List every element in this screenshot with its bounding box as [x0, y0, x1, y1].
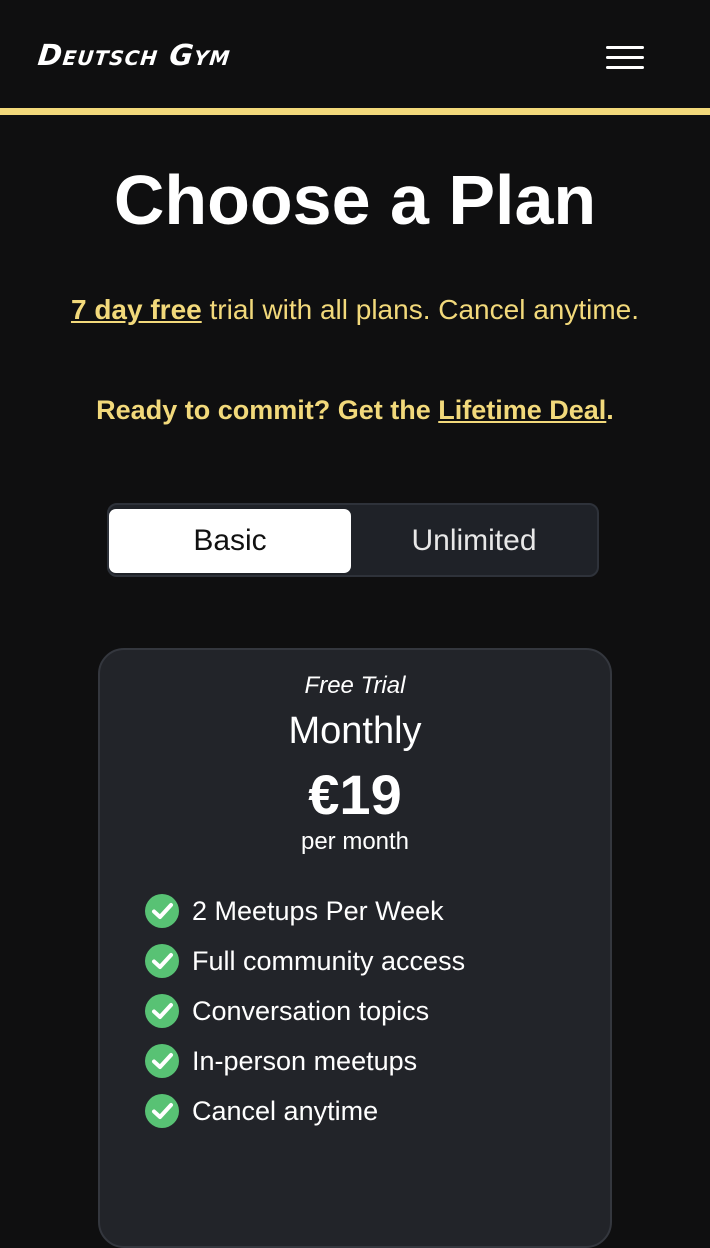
trial-info-text: trial with all plans. Cancel anytime.	[201, 294, 640, 325]
feature-label: Full community access	[192, 945, 466, 976]
feature-item: 2 Meetups Per Week	[145, 886, 605, 936]
feature-label: Cancel anytime	[192, 1095, 379, 1126]
feature-label: 2 Meetups Per Week	[192, 895, 444, 926]
feature-label: Conversation topics	[192, 995, 430, 1026]
menu-line	[606, 56, 644, 59]
check-circle-icon	[145, 1094, 179, 1128]
plan-period: Monthly	[288, 710, 422, 752]
plan-toggle: Basic Unlimited	[107, 503, 599, 577]
plan-toggle-basic[interactable]: Basic	[109, 509, 351, 573]
plan-price: €19	[308, 763, 402, 826]
menu-line	[606, 46, 644, 49]
header-accent-bar	[0, 108, 710, 115]
free-trial-link[interactable]: 7 day free	[71, 294, 202, 325]
check-circle-icon	[145, 994, 179, 1028]
plan-badge: Free Trial	[304, 672, 406, 699]
trial-info: 7 day free trial with all plans. Cancel …	[0, 294, 710, 326]
commit-prefix: Ready to commit? Get the	[96, 395, 439, 425]
menu-line	[606, 66, 644, 69]
feature-item: Cancel anytime	[145, 1086, 605, 1136]
plan-price-unit: per month	[300, 828, 410, 855]
commit-suffix: .	[606, 395, 614, 425]
plan-toggle-unlimited[interactable]: Unlimited	[353, 509, 595, 573]
lifetime-deal-link[interactable]: Lifetime Deal	[438, 395, 606, 425]
feature-item: Conversation topics	[145, 986, 605, 1036]
check-circle-icon	[145, 1044, 179, 1078]
check-circle-icon	[145, 894, 179, 928]
lifetime-deal-promo: Ready to commit? Get the Lifetime Deal.	[0, 395, 710, 426]
hamburger-menu-icon[interactable]	[606, 44, 646, 72]
page-title: Choose a Plan	[113, 161, 597, 239]
site-header: Deutsch Gym	[0, 0, 710, 108]
feature-item: In-person meetups	[145, 1036, 605, 1086]
plan-features: 2 Meetups Per Week Full community access…	[145, 886, 605, 1136]
site-logo[interactable]: Deutsch Gym	[36, 38, 232, 72]
feature-item: Full community access	[145, 936, 605, 986]
feature-label: In-person meetups	[192, 1045, 418, 1076]
check-circle-icon	[145, 944, 179, 978]
